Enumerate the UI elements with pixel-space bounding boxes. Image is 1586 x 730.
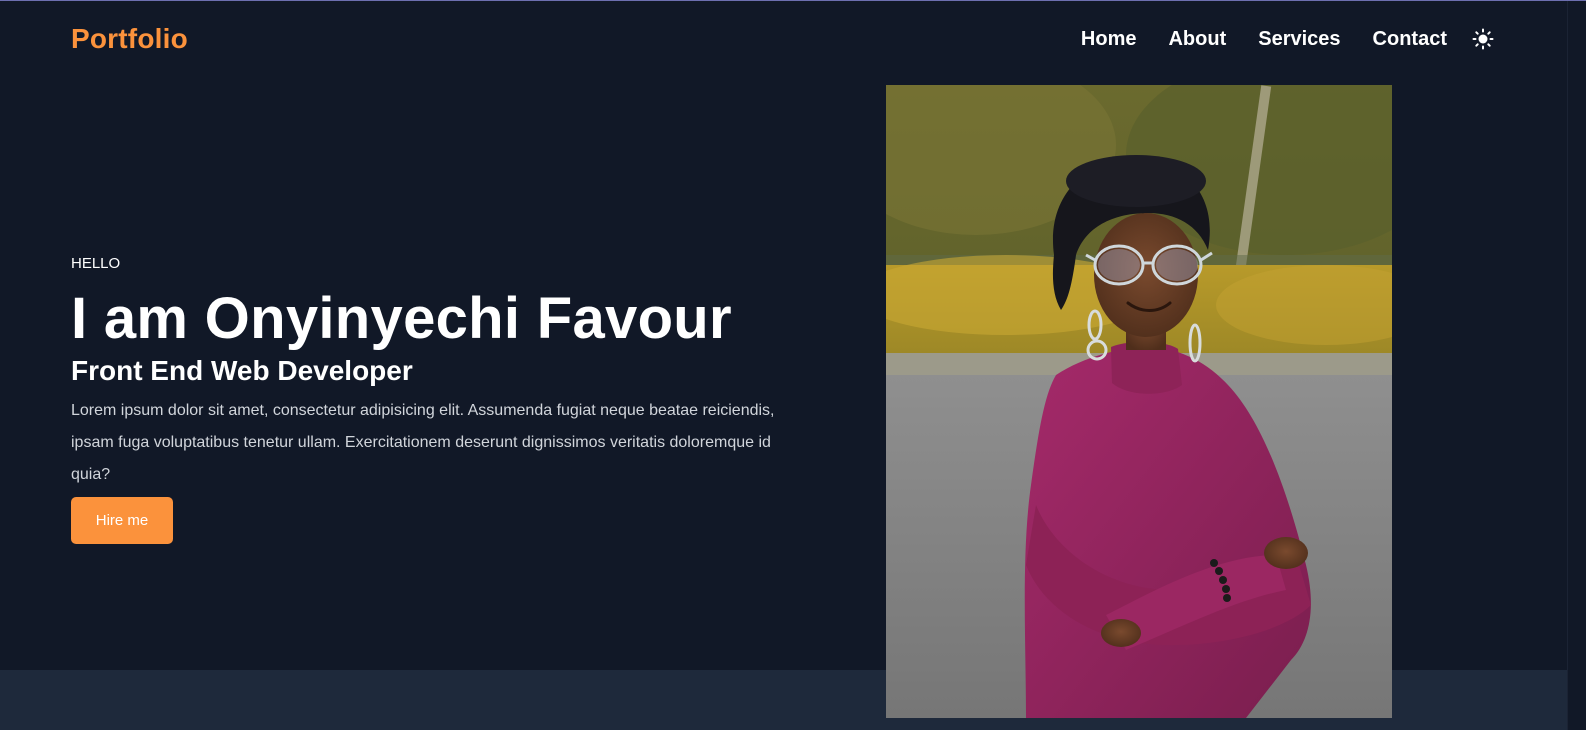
sun-icon bbox=[1472, 28, 1494, 50]
page: Portfolio Home About Services Contact HE… bbox=[0, 0, 1586, 730]
hire-me-button[interactable]: Hire me bbox=[71, 497, 173, 544]
hero-greeting: HELLO bbox=[71, 255, 121, 272]
nav-link-contact[interactable]: Contact bbox=[1373, 28, 1447, 51]
hero-subtitle: Front End Web Developer bbox=[71, 355, 413, 386]
hero-section: HELLO I am Onyinyechi Favour Front End W… bbox=[71, 255, 791, 544]
hero-description: Lorem ipsum dolor sit amet, consectetur … bbox=[71, 402, 775, 483]
logo[interactable]: Portfolio bbox=[71, 23, 188, 55]
nav-link-home[interactable]: Home bbox=[1081, 28, 1137, 51]
hero-title: I am Onyinyechi Favour bbox=[71, 286, 732, 351]
nav-link-about[interactable]: About bbox=[1168, 28, 1226, 51]
nav-link-services[interactable]: Services bbox=[1258, 28, 1340, 51]
navbar: Portfolio Home About Services Contact bbox=[0, 1, 1568, 81]
profile-photo bbox=[886, 85, 1392, 718]
scrollbar[interactable] bbox=[1567, 1, 1586, 730]
theme-toggle-button[interactable] bbox=[1472, 28, 1494, 50]
nav-links: Home About Services Contact bbox=[1049, 28, 1447, 51]
